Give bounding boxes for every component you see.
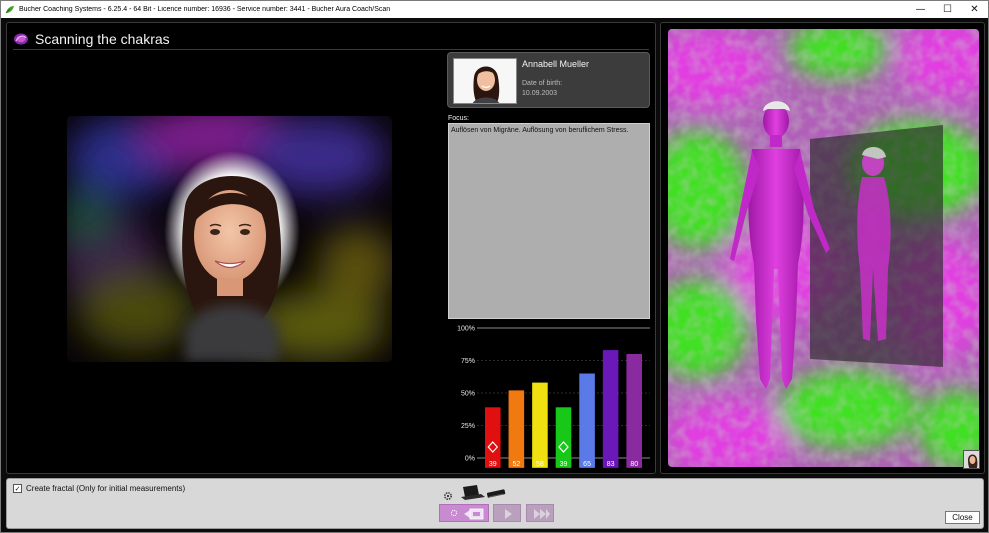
y-tick-label: 0%: [465, 456, 475, 463]
focus-label: Focus:: [448, 115, 470, 122]
title-divider: [13, 49, 649, 50]
minimize-button[interactable]: —: [907, 1, 934, 18]
mini-avatar[interactable]: [963, 450, 980, 469]
start-scan-button[interactable]: [439, 504, 489, 522]
fractal-checkbox-row[interactable]: ✓ Create fractal (Only for initial measu…: [13, 484, 185, 493]
close-window-button[interactable]: ✕: [961, 1, 988, 18]
fractal-panel: [660, 22, 985, 474]
chakra-bar: [579, 373, 595, 467]
focus-textarea[interactable]: Auflösen von Migräne. Auflösung von beru…: [448, 123, 650, 319]
title-bar: Bucher Coaching Systems - 6.25.4 - 64 Bi…: [1, 1, 988, 18]
fractal-image: [668, 29, 979, 467]
fast-forward-button[interactable]: [526, 504, 554, 522]
scanner-device-icon: [486, 489, 506, 498]
profile-name: Annabell Mueller: [522, 59, 590, 69]
y-tick-label: 25%: [461, 423, 475, 430]
page-title: Scanning the chakras: [35, 31, 170, 47]
y-tick-label: 75%: [461, 358, 475, 365]
y-tick-label: 100%: [457, 326, 475, 333]
chakra-bar: [508, 390, 525, 467]
fractal-checkbox-label: Create fractal (Only for initial measure…: [26, 484, 186, 493]
gear-icon: [444, 492, 452, 500]
chart-bars: 39 52 58 39 65 83 80: [485, 350, 642, 468]
avatar-icon: [964, 451, 979, 468]
play-button[interactable]: [493, 504, 521, 522]
window-title: Bucher Coaching Systems - 6.25.4 - 64 Bi…: [19, 6, 391, 13]
laptop-icon: [461, 485, 485, 500]
y-tick-label: 50%: [461, 391, 475, 398]
bar-value-label: 39: [560, 461, 568, 468]
aura-photo: [67, 116, 392, 362]
play-icon: [505, 509, 512, 519]
maximize-button[interactable]: ☐: [934, 1, 961, 18]
scan-start-icon: [450, 508, 484, 520]
bar-value-label: 80: [630, 461, 638, 468]
chakra-bar: [532, 382, 548, 467]
scan-panel: Scanning the chakras Annabell Mueller Da…: [6, 22, 656, 474]
chakra-bar: [485, 407, 501, 467]
app-logo-icon: [5, 5, 14, 13]
app-window: Bucher Coaching Systems - 6.25.4 - 64 Bi…: [0, 0, 989, 533]
profile-card: Annabell Mueller Date of birth: 10.09.20…: [447, 52, 650, 108]
fast-forward-icon: [534, 509, 550, 519]
chakra-bar: [602, 350, 619, 467]
chakra-bar-chart: 0% 25% 50% 75% 100% 39 52 58 39 65 83 80: [457, 326, 650, 468]
client-area: Scanning the chakras Annabell Mueller Da…: [1, 18, 988, 532]
bar-value-label: 83: [607, 461, 615, 468]
device-icons: [444, 485, 506, 500]
bar-value-label: 52: [512, 461, 520, 468]
fractal-checkbox[interactable]: ✓: [13, 484, 22, 493]
profile-photo: [453, 58, 517, 104]
portrait-image: [454, 59, 516, 103]
bar-value-label: 58: [536, 461, 544, 468]
bar-value-label: 65: [583, 461, 591, 468]
dob-value: 10.09.2003: [522, 90, 558, 97]
bar-value-label: 39: [489, 461, 497, 468]
chakra-swirl-icon: [14, 33, 28, 45]
dob-label: Date of birth:: [522, 80, 563, 87]
close-button[interactable]: Close: [945, 511, 980, 524]
chakra-bar: [555, 407, 572, 467]
chakra-bar: [626, 354, 642, 467]
bottom-toolbar: ✓ Create fractal (Only for initial measu…: [6, 478, 984, 529]
scan-header: Scanning the chakras: [13, 29, 170, 49]
